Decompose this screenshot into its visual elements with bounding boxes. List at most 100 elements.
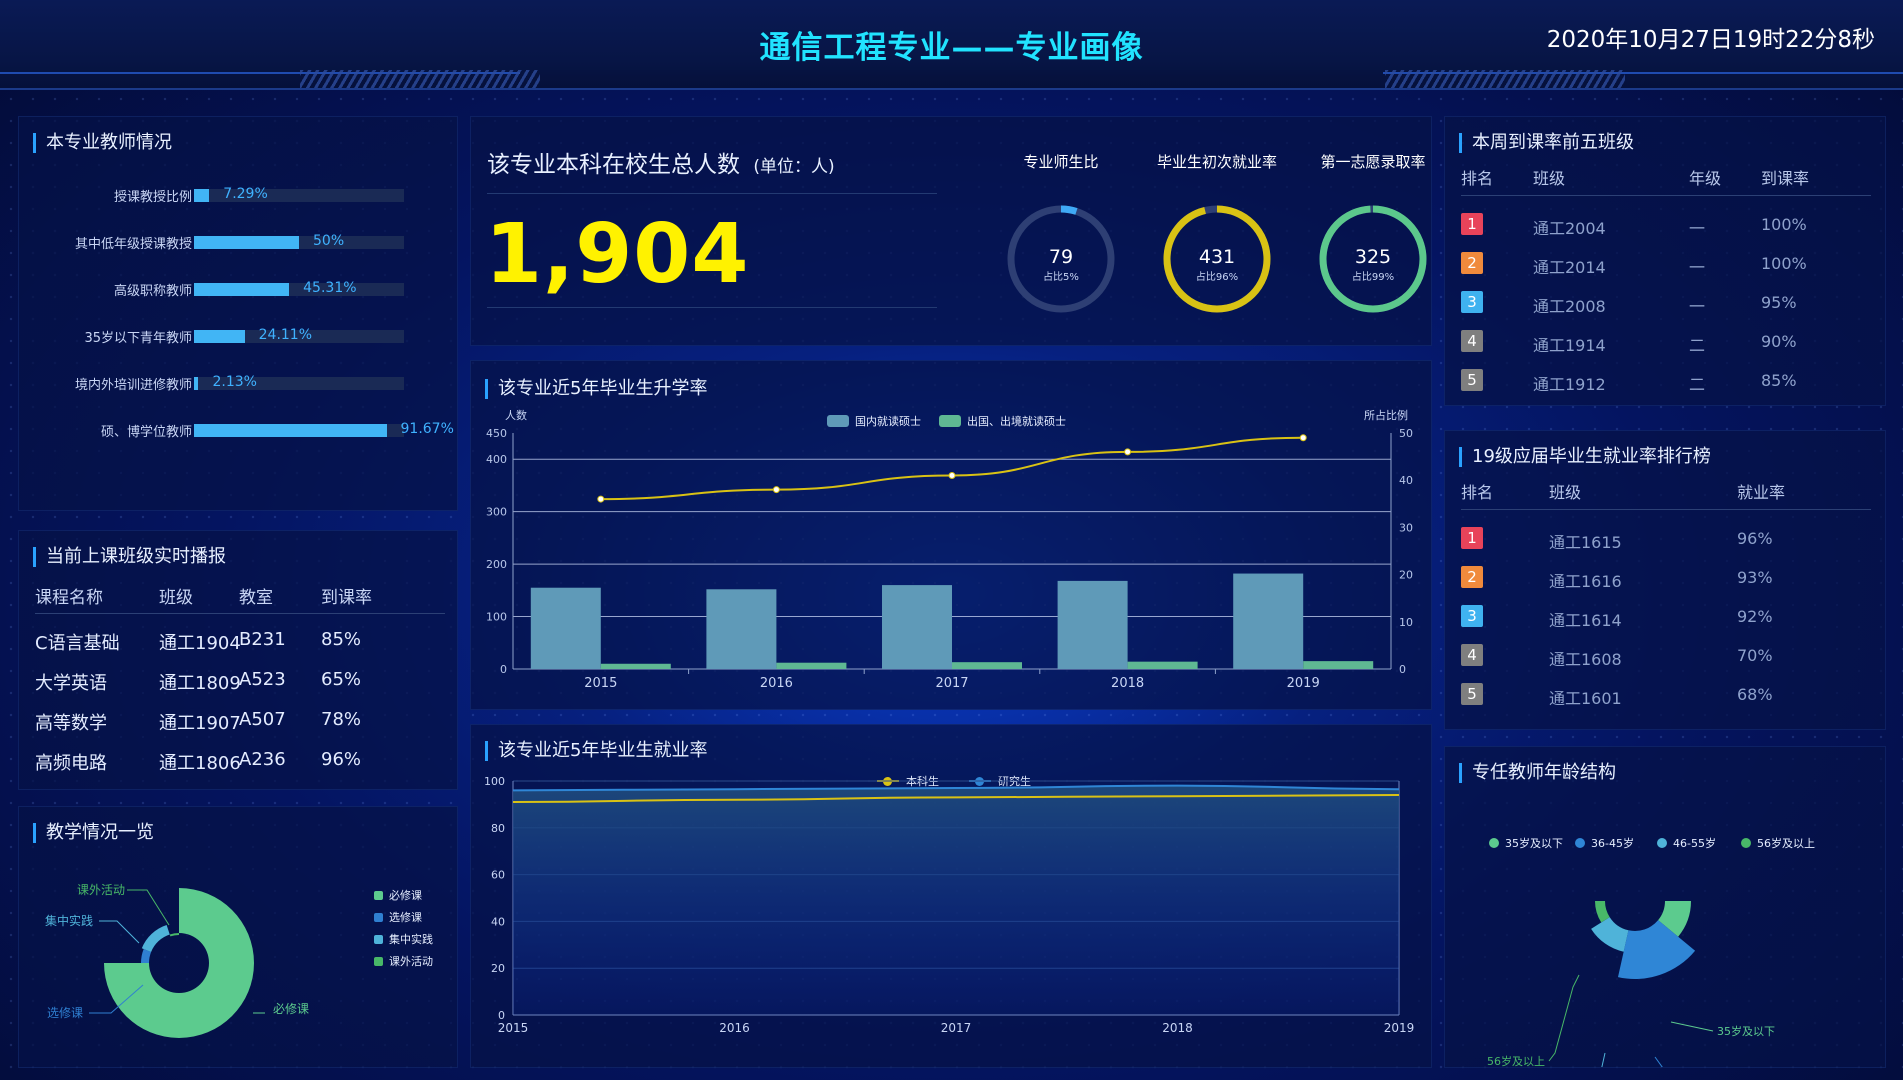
- ratio-ring-label: 第一志愿录取率: [1320, 153, 1426, 171]
- col-header-course: 课程名称: [35, 588, 103, 608]
- teacher-bar-fill: [194, 236, 299, 249]
- ratio-ring: 毕业生初次就业率 431 占比96%: [1157, 117, 1317, 347]
- col-header-rank: 排名: [1461, 169, 1494, 188]
- rank-cell: 95%: [1761, 293, 1797, 312]
- teaching-overview-panel: 教学情况一览 课外活动 集中实践 选修课 必修课 必修课 选修课 集中实践 课外活动: [18, 806, 458, 1068]
- rank-cell: 二: [1689, 375, 1706, 394]
- rank-row: 3 通工1614 92%: [1445, 597, 1887, 636]
- table-cell: 65%: [321, 669, 362, 690]
- callout-line: [1601, 1052, 1606, 1067]
- table-cell: 通工1904: [159, 633, 241, 654]
- callout-line: [1548, 974, 1580, 1062]
- table-cell: 通工1809: [159, 673, 241, 694]
- rank-cell: 一: [1689, 219, 1706, 238]
- y-tick-label: 200: [486, 558, 507, 571]
- pie-slice-必修课: [104, 888, 254, 1038]
- divider: [487, 307, 937, 308]
- teacher-bar-value: 91.67%: [400, 421, 454, 437]
- teacher-bar-fill: [194, 377, 199, 390]
- divider: [487, 193, 937, 194]
- table-cell: 85%: [321, 629, 362, 650]
- callout-label-required: 必修课: [273, 1001, 309, 1016]
- y-tick-label: 0: [500, 663, 507, 676]
- y-tick-label: 80: [491, 822, 505, 835]
- legend-swatch: [374, 913, 383, 922]
- teacher-bar-value: 50%: [313, 233, 345, 249]
- divider: [1461, 195, 1871, 196]
- legend-label: 集中实践: [389, 933, 433, 946]
- live-classes-panel: 当前上课班级实时播报 课程名称 班级 教室 到课率 C语言基础 通工1904 B23…: [18, 530, 458, 790]
- rank-cell: 通工2008: [1533, 297, 1606, 316]
- pie-slice-集中实践: [141, 924, 170, 952]
- y-tick-label: 300: [486, 506, 507, 519]
- col-header-rate: 到课率: [1761, 169, 1810, 188]
- x-tick-label: 2016: [760, 676, 793, 691]
- employment-rank-panel: 19级应届毕业生就业率排行榜 排名 班级 就业率 1 通工1615 96% 2 通工16…: [1444, 430, 1886, 730]
- live-classes-list[interactable]: C语言基础 通工1904 B231 85% 大学英语 通工1809 A523 65% 高等数学通…: [19, 621, 457, 771]
- y2-tick-label: 20: [1399, 569, 1413, 582]
- rank-badge: 4: [1461, 644, 1483, 666]
- rose-slice-46-55岁: [1591, 917, 1629, 952]
- table-cell: A236: [239, 749, 286, 770]
- col-header-grade: 年级: [1689, 169, 1722, 188]
- callout-line: [1670, 1021, 1714, 1032]
- table-cell: 高等数学: [35, 713, 107, 734]
- teaching-legend: 必修课 选修课 集中实践 课外活动: [374, 887, 454, 977]
- rank-cell: 90%: [1761, 332, 1797, 351]
- col-header-class: 班级: [1533, 169, 1566, 188]
- ratio-ring-value: 79: [1049, 246, 1073, 268]
- table-cell: A507: [239, 709, 286, 730]
- legend-label: 课外活动: [389, 955, 433, 968]
- rank-cell: 通工1614: [1549, 611, 1622, 630]
- further-study-title: 该专业近5年毕业生升学率: [485, 379, 707, 399]
- legend-item: 56岁及以上: [1741, 835, 1815, 851]
- rank-row: 5 通工1601 68%: [1445, 675, 1887, 714]
- callout-label: 56岁及以上: [1487, 1054, 1545, 1067]
- teacher-bar-label: 其中低年级授课教授: [74, 237, 192, 252]
- teacher-bar-row: 硕、博学位教师 91.67%: [19, 418, 479, 442]
- line-point: [597, 495, 605, 503]
- rank-cell: 通工1616: [1549, 572, 1622, 591]
- x-tick-label: 2018: [1111, 676, 1144, 691]
- rank-cell: 通工2014: [1533, 258, 1606, 277]
- line-ratio: [600, 436, 1304, 501]
- bar-domestic: [882, 585, 952, 669]
- teacher-bar-list: 授课教授比例 7.29% 其中低年级授课教授 50% 高级职称教师 45.31% 35岁以下…: [19, 183, 459, 503]
- ratio-ring-graphic: 325 占比99%: [1319, 205, 1427, 313]
- legend-swatch: [1657, 838, 1667, 848]
- rank-row: 3 通工2008 一 95%: [1445, 283, 1887, 322]
- student-total-unit: (单位：人): [753, 157, 835, 177]
- teacher-bar-row: 其中低年级授课教授 50%: [19, 230, 479, 254]
- col-header-rank: 排名: [1461, 483, 1494, 502]
- teacher-bar-row: 高级职称教师 45.31%: [19, 277, 479, 301]
- line-point: [1299, 434, 1307, 442]
- teacher-bar-track: [194, 424, 404, 437]
- legend-swatch: [374, 891, 383, 900]
- callout-line: [127, 889, 170, 926]
- callout-line: [99, 920, 140, 944]
- callout-line: [1654, 1056, 1663, 1067]
- rank-badge: 1: [1461, 527, 1483, 549]
- table-cell: 96%: [321, 749, 362, 770]
- bar-domestic: [530, 587, 601, 669]
- ratio-ring-graphic: 431 占比96%: [1163, 205, 1271, 313]
- rank-cell: 通工1914: [1533, 336, 1606, 355]
- rank-cell: 通工1608: [1549, 650, 1622, 669]
- rank-cell: 85%: [1761, 371, 1797, 390]
- bar-abroad: [1303, 661, 1374, 669]
- teacher-bar-value: 24.11%: [258, 327, 313, 343]
- rank-cell: 一: [1689, 297, 1706, 316]
- legend-item: 35岁及以下: [1489, 835, 1563, 851]
- rank-cell: 二: [1689, 336, 1706, 355]
- rank-badge: 3: [1461, 291, 1483, 313]
- rank-badge: 3: [1461, 605, 1483, 627]
- legend-label: 35岁及以下: [1505, 837, 1563, 850]
- age-structure-title: 专任教师年龄结构: [1459, 763, 1616, 783]
- bar-domestic: [1057, 580, 1128, 669]
- legend-swatch: [1575, 838, 1585, 848]
- y-tick-label: 20: [491, 962, 505, 975]
- teacher-bar-row: 35岁以下青年教师 24.11%: [19, 324, 479, 348]
- bar-abroad: [952, 662, 1022, 669]
- legend-swatch: [1741, 838, 1751, 848]
- ratio-ring-value: 325: [1355, 246, 1391, 268]
